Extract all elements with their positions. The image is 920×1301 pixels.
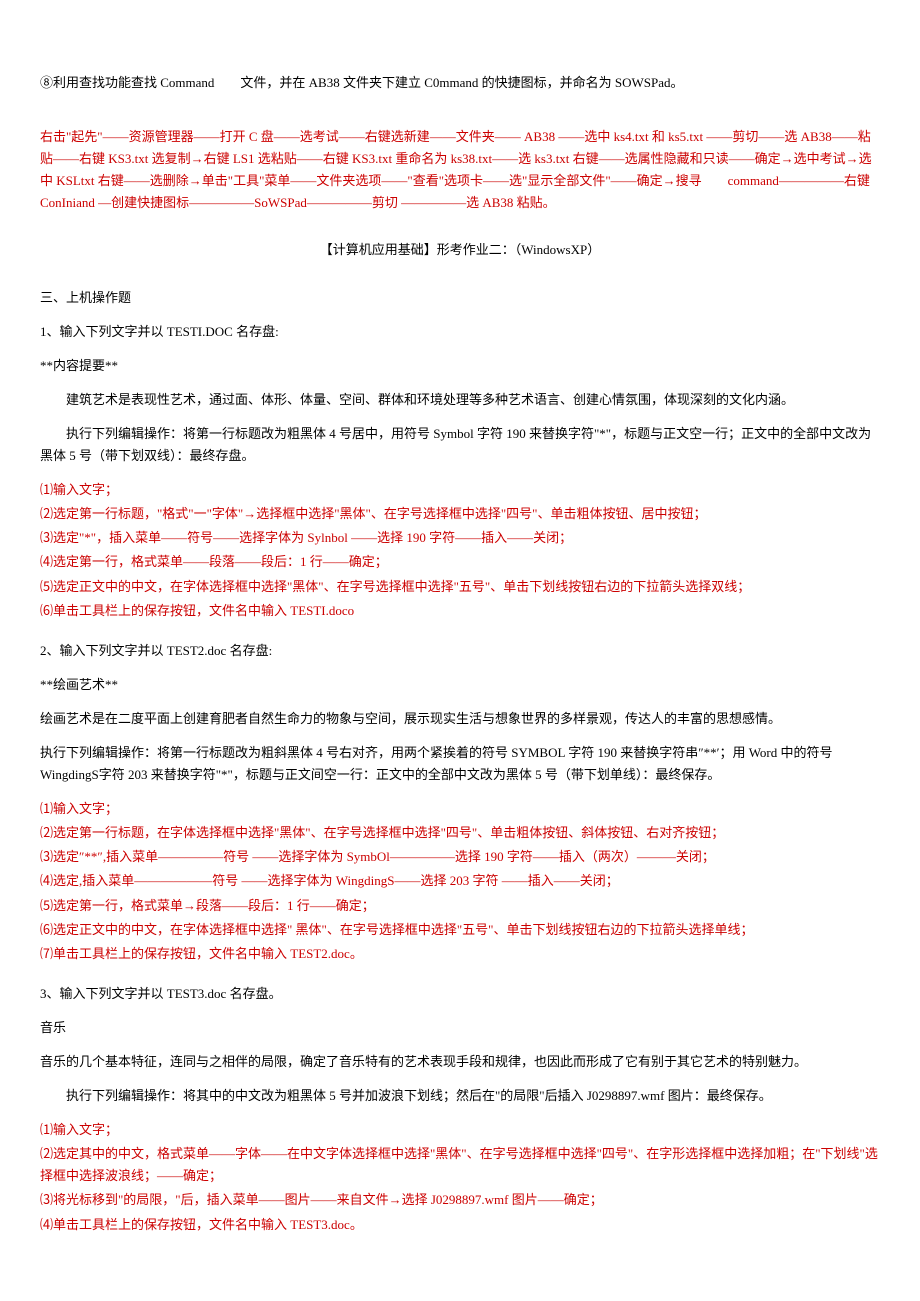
spacer [40,106,880,114]
q1-a3: ⑶选定"*"，插入菜单――符号――选择字体为 Sylnbol ――选择 190 … [40,527,880,549]
q2-text2: 执行下列编辑操作：将第一行标题改为粗斜黑体 4 号右对齐，用两个紧挨着的符号 S… [40,742,880,786]
q3-text2: 执行下列编辑操作：将其中的中文改为粗黑体 5 号并加波浪下划线；然后在"的局限"… [40,1085,880,1107]
q8-line1: ⑧利用查找功能查找 Command 文件，并在 AB38 文件夹下建立 C0mm… [40,72,880,94]
q2-a6: ⑹选定正文中的中文，在字体选择框中选择" 黑体"、在字号选择框中选择"五号"、单… [40,919,880,941]
q2-text1: 绘画艺术是在二度平面上创建育肥者自然生命力的物象与空间，展示现实生活与想象世界的… [40,708,880,730]
q1-a1: ⑴输入文字； [40,479,880,501]
q3-a3: ⑶将光标移到"的局限，"后，插入菜单――图片――来自文件→选择 J0298897… [40,1189,880,1211]
doc-title: 【计算机应用基础】形考作业二：（WindowsXP） [40,239,880,261]
q2-a2: ⑵选定第一行标题，在字体选择框中选择"黑体"、在字号选择框中选择"四号"、单击粗… [40,822,880,844]
q1-a5: ⑸选定正文中的中文，在字体选择框中选择"黑体"、在字号选择框中选择"五号"、单击… [40,576,880,598]
q3-sub1: 音乐 [40,1017,880,1039]
q2-head: 2、输入下列文字并以 TEST2.doc 名存盘: [40,640,880,662]
q3-text1: 音乐的几个基本特征，连同与之相伴的局限，确定了音乐特有的艺术表现手段和规律，也因… [40,1051,880,1073]
q8-answer: 右击"起先"――资源管理器――打开 C 盘――选考试――右键选新建――文件夹――… [40,126,880,214]
q2-a5: ⑸选定第一行，格式菜单→段落――段后：1 行――确定； [40,895,880,917]
q3-a1: ⑴输入文字； [40,1119,880,1141]
q3-head: 3、输入下列文字并以 TEST3.doc 名存盘。 [40,983,880,1005]
q1-head: 1、输入下列文字并以 TESTI.DOC 名存盘: [40,321,880,343]
q1-a4: ⑷选定第一行，格式菜单――段落――段后：1 行――确定； [40,551,880,573]
q2-a7: ⑺单击工具栏上的保存按钮，文件名中输入 TEST2.doc。 [40,943,880,965]
q2-a3: ⑶选定″**″,插入菜单―――――符号 ――选择字体为 SymbOl―――――选… [40,846,880,868]
q1-sub1: **内容提要** [40,355,880,377]
section-3-head: 三、上机操作题 [40,287,880,309]
q1-a2: ⑵选定第一行标题，"格式"一"字体"→选择框中选择"黑体"、在字号选择框中选择"… [40,503,880,525]
q2-sub1: **绘画艺术** [40,674,880,696]
q2-a4: ⑷选定,插入菜单――――――符号 ――选择字体为 WingdingS――选择 2… [40,870,880,892]
q1-text2: 执行下列编辑操作：将第一行标题改为粗黑体 4 号居中，用符号 Symbol 字符… [40,423,880,467]
q3-a4: ⑷单击工具栏上的保存按钮，文件名中输入 TEST3.doc。 [40,1214,880,1236]
q1-text1: 建筑艺术是表现性艺术，通过面、体形、体量、空间、群体和环境处理等多种艺术语言、创… [40,389,880,411]
q1-a6: ⑹单击工具栏上的保存按钮，文件名中输入 TESTI.doco [40,600,880,622]
q3-a2: ⑵选定其中的中文，格式菜单――字体――在中文字体选择框中选择"黑体"、在字号选择… [40,1143,880,1187]
q2-a1: ⑴输入文字； [40,798,880,820]
